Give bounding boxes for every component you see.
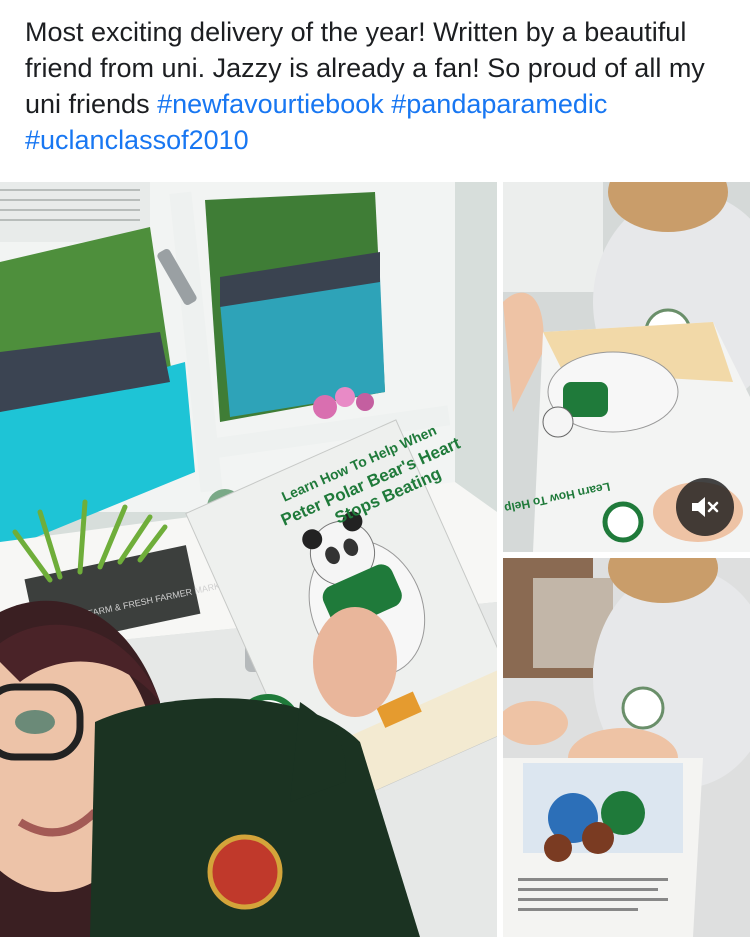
speaker-muted-icon [692, 497, 719, 517]
hashtag-link[interactable]: #uclanclassof2010 [25, 125, 249, 155]
photo-main[interactable]: FARM & FRESH FARMER MARKET Learn How To … [0, 182, 497, 937]
mute-button[interactable] [676, 478, 734, 536]
hashtag-link[interactable]: #pandaparamedic [391, 89, 607, 119]
selfie-with-book-image: FARM & FRESH FARMER MARKET Learn How To … [0, 182, 497, 937]
child-reading-pages-image [503, 558, 750, 937]
photo-child-reading-2[interactable] [503, 558, 750, 937]
hashtag-link[interactable]: #newfavourtiebook [157, 89, 384, 119]
post-caption: Most exciting delivery of the year! Writ… [25, 14, 725, 158]
